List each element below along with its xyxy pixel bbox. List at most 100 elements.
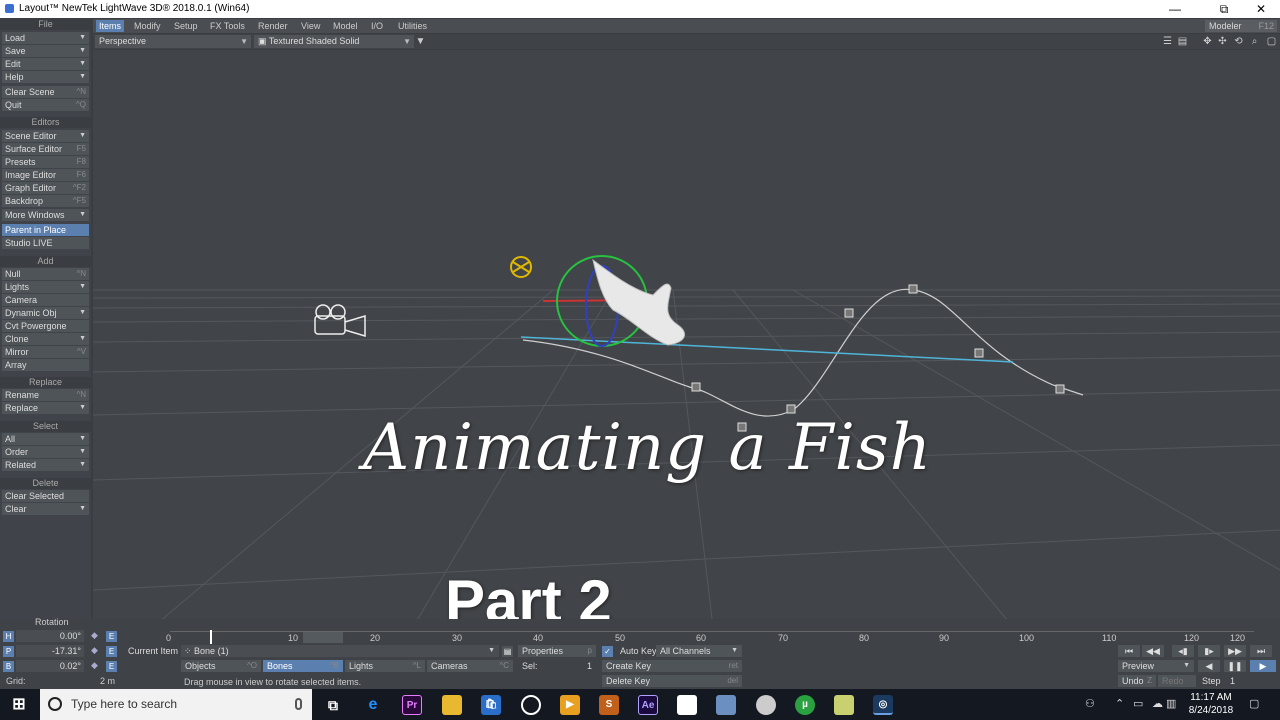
add-lights-button[interactable]: Lights ▼ — [2, 281, 89, 293]
clear-selected-button[interactable]: Clear Selected — [2, 490, 89, 502]
tray-arrow-icon[interactable]: ⌃ — [1115, 697, 1124, 710]
studio-live-button[interactable]: Studio LIVE — [2, 237, 89, 249]
bones-button[interactable]: Bones ^B — [263, 660, 343, 672]
media-icon[interactable]: ▶ — [560, 695, 580, 715]
people-icon[interactable]: ⚇ — [1085, 697, 1095, 710]
objects-button[interactable]: Objects ^O — [181, 660, 261, 672]
link-icon[interactable]: ◆ — [91, 645, 98, 656]
checkmark-icon[interactable]: ✓ — [602, 646, 613, 657]
move-view-icon[interactable]: ✥ — [1202, 36, 1213, 47]
taskbar-clock[interactable]: 11:17 AM 8/24/2018 — [1180, 691, 1242, 717]
backdrop-button[interactable]: Backdrop ^F5 — [2, 195, 89, 207]
save-button[interactable]: Save ▼ — [2, 45, 89, 57]
undo-button[interactable]: Undo Z — [1118, 675, 1156, 687]
close-button[interactable]: ✕ — [1243, 1, 1279, 17]
chrome-icon[interactable] — [521, 695, 541, 715]
utorrent-icon[interactable]: µ — [795, 695, 815, 715]
play-forward-icon[interactable]: ▶ — [1250, 660, 1276, 672]
envelope-h-button[interactable]: E — [106, 631, 117, 642]
envelope-p-button[interactable]: E — [106, 646, 117, 657]
load-button[interactable]: Load ▼ — [2, 32, 89, 44]
network-icon[interactable]: ▥ — [1166, 697, 1176, 710]
add-camera-button[interactable]: Camera — [2, 294, 89, 306]
step-back-icon[interactable]: ◀◀ — [1142, 645, 1164, 657]
windows-start-icon[interactable]: ⊞ — [9, 695, 29, 715]
redo-button[interactable]: Redo — [1158, 675, 1196, 687]
link-icon[interactable]: ◆ — [91, 630, 98, 641]
zoom-icon[interactable]: ⌕ — [1249, 36, 1260, 47]
link-icon[interactable]: ◆ — [91, 660, 98, 671]
surface-editor-button[interactable]: Surface Editor F5 — [2, 143, 89, 155]
step-value[interactable]: 1 — [1230, 675, 1235, 687]
tab-io[interactable]: I/O — [368, 20, 386, 32]
step-forward-icon[interactable]: ▶▶ — [1224, 645, 1246, 657]
tab-fx-tools[interactable]: FX Tools — [207, 20, 248, 32]
auto-key-mode-dropdown[interactable]: All Channels ▼ — [656, 645, 742, 657]
go-to-start-icon[interactable]: ⏮ — [1118, 645, 1140, 657]
tab-view[interactable]: View — [298, 20, 323, 32]
bank-field[interactable]: 0.02° — [16, 660, 84, 672]
shading-dropdown[interactable]: ▣ Textured Shaded Solid ▼ — [254, 35, 414, 48]
quit-button[interactable]: Quit ^Q — [2, 99, 89, 111]
paint-icon[interactable] — [756, 695, 776, 715]
folder-icon[interactable] — [716, 695, 736, 715]
orbit-icon[interactable]: ⟲ — [1233, 36, 1244, 47]
store-icon[interactable]: 🛍 — [481, 695, 501, 715]
envelope-b-button[interactable]: E — [106, 661, 117, 672]
next-key-icon[interactable]: ▮▸ — [1198, 645, 1220, 657]
modeler-button[interactable]: Modeler F12 — [1205, 20, 1277, 32]
microphone-icon[interactable] — [295, 698, 302, 710]
viewport-layout-icon[interactable]: ▤ — [1177, 36, 1188, 47]
scene-editor-button[interactable]: Scene Editor ▼ — [2, 130, 89, 142]
create-key-button[interactable]: Create Key ret — [602, 660, 742, 672]
pause-icon[interactable]: ❚❚ — [1224, 660, 1246, 672]
minimize-button[interactable]: — — [1157, 1, 1193, 17]
more-windows-button[interactable]: More Windows ▼ — [2, 209, 89, 221]
tab-modify[interactable]: Modify — [131, 20, 164, 32]
document-icon[interactable] — [677, 695, 697, 715]
notepad-icon[interactable] — [834, 695, 854, 715]
taskbar-search[interactable]: Type here to search — [40, 689, 312, 720]
task-view-icon[interactable]: ⧉ — [323, 695, 343, 715]
mirror-button[interactable]: Mirror ^V — [2, 346, 89, 358]
cameras-button[interactable]: Cameras ^C — [427, 660, 513, 672]
replace-button[interactable]: Replace ▼ — [2, 402, 89, 414]
prev-key-icon[interactable]: ◂▮ — [1172, 645, 1194, 657]
help-button[interactable]: Help ▼ — [2, 71, 89, 83]
pitch-field[interactable]: -17.31° — [16, 645, 84, 657]
tab-items[interactable]: Items — [96, 20, 125, 32]
premiere-icon[interactable]: Pr — [402, 695, 422, 715]
play-backward-icon[interactable]: ◀ — [1198, 660, 1220, 672]
rotate-view-icon[interactable]: ✣ — [1217, 36, 1228, 47]
array-button[interactable]: Array — [2, 359, 89, 371]
graph-editor-button[interactable]: Graph Editor ^F2 — [2, 182, 89, 194]
after-effects-icon[interactable]: Ae — [638, 695, 658, 715]
edit-button[interactable]: Edit ▼ — [2, 58, 89, 70]
options-arrow-icon[interactable]: ▼ — [415, 36, 426, 47]
tray-app-icon[interactable]: ▭ — [1133, 697, 1143, 710]
view-type-dropdown[interactable]: Perspective ▼ — [95, 35, 251, 48]
image-editor-button[interactable]: Image Editor F6 — [2, 169, 89, 181]
edge-icon[interactable]: e — [363, 695, 383, 715]
properties-button[interactable]: Properties p — [518, 645, 596, 657]
heading-field[interactable]: 0.00° — [16, 630, 84, 642]
scene-canvas[interactable] — [93, 50, 1280, 627]
perspective-viewport[interactable]: Animating a Fish Part 2 — [93, 50, 1280, 627]
rename-button[interactable]: Rename ^N — [2, 389, 89, 401]
maximize-button[interactable]: ⧉ — [1206, 1, 1242, 17]
lightwave-taskbar-icon[interactable]: ◎ — [873, 695, 893, 715]
add-null-button[interactable]: Null ^N — [2, 268, 89, 280]
tab-utilities[interactable]: Utilities — [395, 20, 430, 32]
dynamic-obj-button[interactable]: Dynamic Obj ▼ — [2, 307, 89, 319]
preview-dropdown[interactable]: Preview ▼ — [1118, 660, 1194, 672]
lights-button[interactable]: Lights ^L — [345, 660, 425, 672]
select-order-button[interactable]: Order ▼ — [2, 446, 89, 458]
item-properties-icon[interactable]: ▤ — [502, 646, 513, 657]
maximize-viewport-icon[interactable]: ▢ — [1266, 36, 1277, 47]
clone-button[interactable]: Clone ▼ — [2, 333, 89, 345]
file-explorer-icon[interactable] — [442, 695, 462, 715]
tab-setup[interactable]: Setup — [171, 20, 201, 32]
select-all-button[interactable]: All ▼ — [2, 433, 89, 445]
list-icon[interactable]: ☰ — [1162, 36, 1173, 47]
cvt-powergone-button[interactable]: Cvt Powergone — [2, 320, 89, 332]
